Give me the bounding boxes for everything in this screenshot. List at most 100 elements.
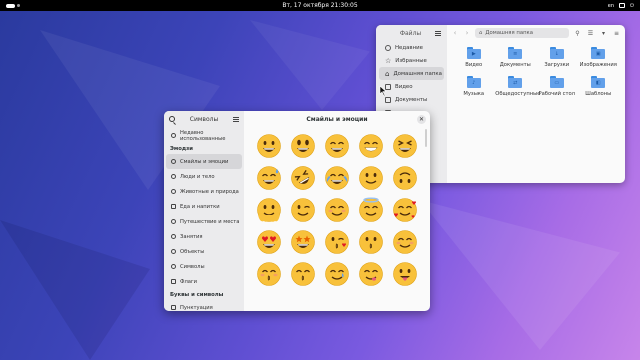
upside-down-icon[interactable]	[392, 165, 418, 191]
hearts-face-icon[interactable]	[392, 197, 418, 223]
heart-eyes-icon[interactable]	[256, 229, 282, 255]
squinting-laughing-icon[interactable]	[392, 133, 418, 159]
home-icon: ⌂	[479, 30, 483, 36]
category-label: Пунктуация	[180, 304, 213, 311]
folder-icon: ▣	[591, 47, 606, 59]
input-language[interactable]: en	[608, 3, 614, 9]
close-button[interactable]: ✕	[417, 115, 426, 124]
forward-button[interactable]: ›	[463, 29, 471, 37]
kissing-face-icon[interactable]	[358, 229, 384, 255]
characters-window: Символы Недавно использованные Эмодзи См…	[164, 111, 430, 311]
category-item[interactable]: Занятия	[166, 229, 242, 244]
grinning-smiling-eyes-icon[interactable]	[324, 133, 350, 159]
halo-face-icon[interactable]	[358, 197, 384, 223]
search-icon[interactable]: ⚲	[573, 30, 582, 37]
sweat-smile-icon[interactable]	[256, 165, 282, 191]
category-label: Смайлы и эмоции	[180, 158, 229, 165]
path-label: Домашняя папка	[485, 30, 533, 36]
category-item[interactable]: Путешествие и места	[166, 214, 242, 229]
characters-sidebar: Символы Недавно использованные Эмодзи См…	[164, 111, 244, 311]
category-item[interactable]: Люди и тело	[166, 169, 242, 184]
folder-item[interactable]: ▭ Рабочий стол	[536, 76, 578, 97]
category-item[interactable]: Объекты	[166, 244, 242, 259]
home-icon: ⌂	[385, 69, 390, 78]
path-bar[interactable]: ⌂ Домашняя папка	[475, 28, 569, 38]
activities-button[interactable]	[6, 3, 22, 8]
clock[interactable]: Вт, 17 октября 21:30:05	[0, 2, 640, 9]
folder-glyph: ▶	[471, 51, 476, 57]
category-item[interactable]: Символы	[166, 259, 242, 274]
place-label: Избранные	[395, 57, 427, 64]
category-item[interactable]: Смайлы и эмоции	[166, 154, 242, 169]
category-punctuation[interactable]: Пунктуация	[166, 300, 242, 311]
folder-item[interactable]: ↓ Загрузки	[536, 47, 578, 68]
folder-item[interactable]: ♪ Музыка	[453, 76, 495, 97]
files-content: ‹ › ⌂ Домашняя папка ⚲ ☰ ▾ ≡ ▶ Видео ≡ Доку…	[447, 25, 625, 183]
flag-icon	[171, 279, 176, 284]
search-icon[interactable]	[169, 116, 175, 122]
punctuation-icon	[171, 305, 176, 310]
top-bar: Вт, 17 октября 21:30:05 en ⏻	[0, 0, 640, 11]
grinning-big-eyes-icon[interactable]	[290, 133, 316, 159]
folder-item[interactable]: ⇄ Общедоступные	[495, 76, 540, 97]
place-starred[interactable]: ☆ Избранные	[379, 54, 444, 67]
place-label: Недавние	[395, 44, 423, 51]
chevron-down-icon[interactable]: ▾	[599, 30, 608, 37]
lightbulb-icon	[171, 249, 176, 254]
savoring-food-icon[interactable]	[358, 261, 384, 287]
view-list-icon[interactable]: ☰	[586, 30, 595, 37]
menu-icon[interactable]	[435, 30, 441, 36]
grinning-face-icon[interactable]	[256, 133, 282, 159]
menu-icon[interactable]	[233, 116, 239, 122]
smiling-tear-icon[interactable]	[324, 261, 350, 287]
category-label: Объекты	[180, 248, 205, 255]
food-icon	[171, 204, 176, 209]
beaming-face-icon[interactable]	[358, 133, 384, 159]
place-videos[interactable]: Видео	[379, 80, 444, 93]
folder-item[interactable]: ▶ Видео	[453, 47, 495, 68]
place-label: Документы	[395, 96, 428, 103]
wallpaper-facet	[420, 200, 620, 350]
folder-icon: ↓	[549, 47, 564, 59]
rolling-laughing-icon[interactable]	[290, 165, 316, 191]
slightly-smiling-icon[interactable]	[358, 165, 384, 191]
clock-icon	[385, 44, 391, 51]
tears-of-joy-icon[interactable]	[324, 165, 350, 191]
tongue-out-icon[interactable]	[392, 261, 418, 287]
back-button[interactable]: ‹	[451, 29, 459, 37]
network-icon	[619, 3, 626, 8]
place-documents[interactable]: Документы	[379, 93, 444, 106]
star-struck-icon[interactable]	[290, 229, 316, 255]
folder-glyph: ▭	[554, 80, 560, 86]
ball-icon	[171, 234, 176, 239]
category-recent[interactable]: Недавно использованные	[166, 128, 242, 143]
system-tray[interactable]: en ⏻	[608, 3, 634, 9]
page-title: Смайлы и эмоции	[306, 115, 368, 123]
kissing-heart-icon[interactable]	[324, 229, 350, 255]
winking-face-icon[interactable]	[290, 197, 316, 223]
category-item[interactable]: Животные и природа	[166, 184, 242, 199]
category-item[interactable]: Флаги	[166, 274, 242, 289]
menu-icon[interactable]: ≡	[612, 30, 621, 37]
folder-item[interactable]: ◧ Шаблоны	[578, 76, 620, 97]
folder-glyph: ▣	[595, 51, 601, 57]
folder-icon: ⇄	[508, 76, 523, 88]
place-home[interactable]: ⌂ Домашняя папка	[379, 67, 444, 80]
smiling-eyes-icon[interactable]	[324, 197, 350, 223]
characters-sidebar-header: Символы	[164, 111, 244, 127]
smiling-face-icon[interactable]	[392, 229, 418, 255]
wallpaper-facet	[250, 20, 370, 110]
folder-label: Изображения	[579, 62, 617, 68]
folder-glyph: ↓	[554, 51, 559, 57]
place-recent[interactable]: Недавние	[379, 41, 444, 54]
folder-item[interactable]: ▣ Изображения	[578, 47, 620, 68]
category-item[interactable]: Еда и напитки	[166, 199, 242, 214]
folder-item[interactable]: ≡ Документы	[495, 47, 537, 68]
files-headerbar: ‹ › ⌂ Домашняя папка ⚲ ☰ ▾ ≡	[447, 25, 625, 41]
folder-glyph: ◧	[595, 80, 601, 86]
category-list: Смайлы и эмоции Люди и тело Животные и при…	[164, 154, 244, 289]
kissing-closed-eyes-icon[interactable]	[256, 261, 282, 287]
melting-face-icon[interactable]	[256, 197, 282, 223]
kissing-smiling-eyes-icon[interactable]	[290, 261, 316, 287]
folder-label: Загрузки	[544, 62, 570, 68]
